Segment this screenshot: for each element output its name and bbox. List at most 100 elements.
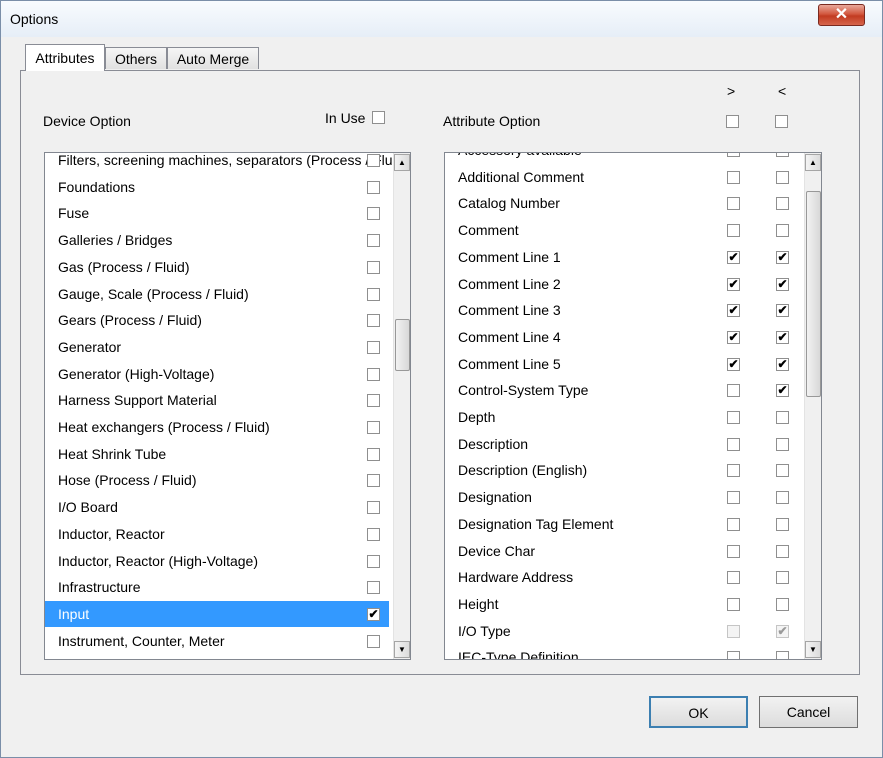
list-item[interactable]: Comment Line 5 ✔ ✔ xyxy=(445,351,801,377)
scroll-thumb[interactable] xyxy=(806,191,821,397)
list-item[interactable]: Accessory available xyxy=(445,153,801,163)
lt-checkbox[interactable] xyxy=(776,224,789,238)
lt-checkbox[interactable] xyxy=(776,197,789,211)
list-item[interactable]: Comment xyxy=(445,217,801,243)
in-use-checkbox[interactable] xyxy=(367,207,380,221)
title-bar[interactable]: Options ✕ xyxy=(1,1,882,37)
list-item[interactable]: Filters, screening machines, separators … xyxy=(45,153,408,173)
scroll-thumb[interactable] xyxy=(395,319,410,371)
device-option-list[interactable]: Filters, screening machines, separators … xyxy=(44,152,411,660)
lt-checkbox[interactable]: ✔ xyxy=(776,384,789,398)
lt-checkbox[interactable]: ✔ xyxy=(776,330,789,344)
lt-checkbox[interactable] xyxy=(776,437,789,451)
in-use-checkbox[interactable] xyxy=(367,634,380,648)
list-item[interactable]: Infrastructure xyxy=(45,574,389,600)
in-use-checkbox[interactable] xyxy=(367,234,380,248)
in-use-checkbox[interactable] xyxy=(367,180,380,194)
gt-checkbox[interactable] xyxy=(727,517,740,531)
scroll-up-button[interactable]: ▲ xyxy=(805,154,821,171)
tab-others[interactable]: Others xyxy=(105,47,167,69)
attribute-option-list[interactable]: Accessory available Additional Comment Cat… xyxy=(444,152,822,660)
list-item[interactable]: Description xyxy=(445,431,801,457)
list-item[interactable]: Fuse xyxy=(45,200,389,226)
list-item[interactable]: Heat exchangers (Process / Fluid) xyxy=(45,414,389,440)
gt-checkbox[interactable]: ✔ xyxy=(727,250,740,264)
close-button[interactable]: ✕ xyxy=(818,4,865,26)
gt-checkbox[interactable] xyxy=(727,224,740,238)
in-use-checkbox[interactable] xyxy=(367,154,380,167)
lt-checkbox[interactable]: ✔ xyxy=(776,357,789,371)
list-item[interactable]: Comment Line 4 ✔ ✔ xyxy=(445,324,801,350)
gt-checkbox[interactable] xyxy=(727,437,740,451)
gt-checkbox[interactable] xyxy=(727,197,740,211)
list-item[interactable]: Generator (High-Voltage) xyxy=(45,361,389,387)
list-item[interactable]: Height xyxy=(445,591,801,617)
gt-checkbox[interactable]: ✔ xyxy=(727,304,740,318)
list-item[interactable]: Generator xyxy=(45,334,389,360)
gt-checkbox[interactable] xyxy=(727,544,740,558)
list-item[interactable]: Foundations xyxy=(45,174,389,200)
lt-checkbox[interactable] xyxy=(776,517,789,531)
lt-checkbox[interactable] xyxy=(776,571,789,585)
list-item[interactable]: Control-System Type ✔ xyxy=(445,377,801,403)
gt-checkbox[interactable] xyxy=(727,464,740,478)
gt-checkbox[interactable] xyxy=(727,170,740,184)
list-item[interactable]: Harness Support Material xyxy=(45,387,389,413)
gt-checkbox[interactable] xyxy=(727,411,740,424)
list-item[interactable]: Description (English) xyxy=(445,457,801,483)
lt-checkbox[interactable] xyxy=(776,464,789,478)
list-item[interactable]: Input ✔ xyxy=(45,600,389,627)
in-use-checkbox[interactable] xyxy=(367,501,380,515)
list-item[interactable]: Device Char xyxy=(445,538,801,564)
list-item[interactable]: Depth xyxy=(445,404,801,430)
in-use-all-checkbox[interactable] xyxy=(372,111,385,124)
list-item[interactable]: Hose (Process / Fluid) xyxy=(45,467,389,493)
scroll-down-button[interactable]: ▼ xyxy=(394,641,410,658)
in-use-checkbox[interactable]: ✔ xyxy=(367,607,380,621)
device-list-scrollbar[interactable]: ▲ ▼ xyxy=(393,153,410,659)
gt-checkbox[interactable]: ✔ xyxy=(727,277,740,291)
list-item[interactable]: Gears (Process / Fluid) xyxy=(45,307,389,333)
list-item[interactable]: Comment Line 2 ✔ ✔ xyxy=(445,271,801,297)
lt-checkbox[interactable]: ✔ xyxy=(776,277,789,291)
gt-checkbox[interactable]: ✔ xyxy=(727,357,740,371)
lt-checkbox[interactable] xyxy=(776,491,789,505)
in-use-checkbox[interactable] xyxy=(367,314,380,328)
in-use-checkbox[interactable] xyxy=(367,340,380,354)
list-item[interactable]: I/O Type ✔ xyxy=(445,618,801,644)
list-item[interactable]: Instrument, Counter, Meter xyxy=(45,628,389,654)
in-use-checkbox[interactable] xyxy=(367,581,380,595)
in-use-checkbox[interactable] xyxy=(367,527,380,541)
list-item[interactable]: Heat Shrink Tube xyxy=(45,441,389,467)
list-item[interactable]: Designation Tag Element xyxy=(445,511,801,537)
gt-checkbox[interactable] xyxy=(727,624,740,638)
in-use-checkbox[interactable] xyxy=(367,260,380,274)
lt-checkbox[interactable]: ✔ xyxy=(776,624,789,638)
lt-all-checkbox[interactable] xyxy=(775,115,788,128)
gt-checkbox[interactable] xyxy=(727,384,740,398)
list-item[interactable]: Hardware Address xyxy=(445,564,801,590)
list-item[interactable]: Catalog Number xyxy=(445,190,801,216)
gt-checkbox[interactable] xyxy=(727,651,740,659)
in-use-checkbox[interactable] xyxy=(367,287,380,301)
lt-checkbox[interactable] xyxy=(776,651,789,659)
list-item[interactable]: I/O Board xyxy=(45,494,389,520)
cancel-button[interactable]: Cancel xyxy=(759,696,858,728)
tab-attributes[interactable]: Attributes xyxy=(25,44,105,71)
lt-checkbox[interactable] xyxy=(776,544,789,558)
ok-button[interactable]: OK xyxy=(649,696,748,728)
gt-checkbox[interactable] xyxy=(727,153,740,157)
attribute-list-scrollbar[interactable]: ▲ ▼ xyxy=(804,153,821,659)
in-use-checkbox[interactable] xyxy=(367,474,380,488)
list-item[interactable]: Inductor, Reactor xyxy=(45,521,389,547)
gt-checkbox[interactable]: ✔ xyxy=(727,330,740,344)
gt-checkbox[interactable] xyxy=(727,597,740,611)
list-item[interactable]: Inductor, Reactor (High-Voltage) xyxy=(45,548,389,574)
list-item[interactable]: Comment Line 3 ✔ ✔ xyxy=(445,297,801,323)
gt-checkbox[interactable] xyxy=(727,491,740,505)
list-item[interactable]: Comment Line 1 ✔ ✔ xyxy=(445,244,801,270)
in-use-checkbox[interactable] xyxy=(367,554,380,568)
lt-checkbox[interactable]: ✔ xyxy=(776,304,789,318)
in-use-checkbox[interactable] xyxy=(367,421,380,434)
lt-checkbox[interactable]: ✔ xyxy=(776,250,789,264)
